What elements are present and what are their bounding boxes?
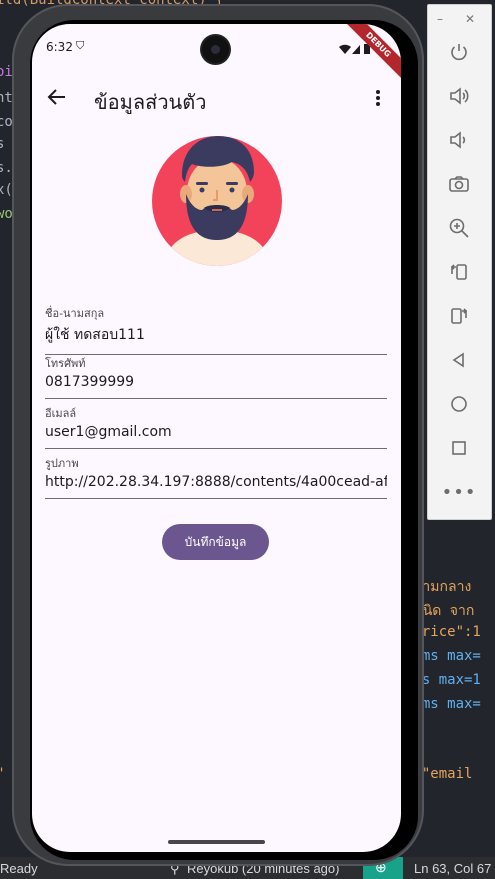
minimize-icon[interactable]: –	[431, 10, 449, 28]
code-line-fragment: "	[0, 766, 4, 782]
emulator-control-panel: – ✕ •••	[427, 4, 492, 520]
back-icon[interactable]	[444, 345, 474, 375]
zoom-in-icon[interactable]	[444, 213, 474, 243]
email-field[interactable]: อีเมลล์ user1@gmail.com	[45, 404, 387, 449]
rotate-right-icon[interactable]	[444, 301, 474, 331]
arrow-left-icon	[47, 89, 65, 105]
shield-icon: ⛉	[76, 39, 85, 52]
code-line-fragment: s	[0, 136, 5, 152]
image-url-value[interactable]: http://202.28.34.197:8888/contents/4a00c…	[45, 474, 387, 498]
more-icon[interactable]: •••	[442, 477, 476, 507]
code-line-fragment: nt	[0, 90, 13, 106]
volume-up-icon[interactable]	[444, 81, 474, 111]
overflow-menu-button[interactable]	[368, 86, 388, 110]
volume-down-icon[interactable]	[444, 125, 474, 155]
close-icon[interactable]: ✕	[461, 10, 479, 28]
name-label: ชื่อ-นามสกุล	[45, 307, 105, 320]
code-line-fragment: x(	[0, 182, 13, 198]
image-url-field[interactable]: รูปภาพ http://202.28.34.197:8888/content…	[45, 454, 387, 499]
code-line-fragment: co	[0, 114, 13, 130]
phone-label: โทรศัพท์	[45, 357, 86, 370]
code-line-fragment: wo	[0, 206, 13, 222]
phone-field[interactable]: โทรศัพท์ 0817399999	[45, 354, 387, 399]
save-button[interactable]: บันทึกข้อมูล	[162, 524, 269, 560]
back-arrow-button[interactable]	[46, 86, 70, 110]
status-ready: Ready	[0, 861, 38, 876]
front-camera	[202, 36, 229, 63]
phone-screen: 6:32 ⛉ DEBUG ข้อมูลส่วนตัว ชื่อ-นามสกุล …	[32, 24, 401, 852]
status-time: 6:32	[46, 40, 73, 54]
image-url-label: รูปภาพ	[45, 457, 79, 470]
email-label: อีเมลล์	[45, 407, 77, 420]
signal-wifi-icon	[339, 44, 370, 54]
code-line-fragment: s.	[0, 160, 13, 176]
gesture-home-bar[interactable]	[168, 840, 265, 844]
page-title: ข้อมูลส่วนตัว	[94, 90, 207, 114]
more-vert-icon	[376, 90, 380, 106]
code-line-fragment: oi	[0, 64, 13, 80]
power-icon[interactable]	[444, 37, 474, 67]
name-value[interactable]: ผู้ใช้ ทดสอบ111	[45, 324, 387, 354]
status-position[interactable]: Ln 63, Col 67	[414, 861, 491, 876]
name-field[interactable]: ชื่อ-นามสกุล ผู้ใช้ ทดสอบ111	[45, 304, 387, 355]
camera-icon[interactable]	[444, 169, 474, 199]
overview-icon[interactable]	[444, 433, 474, 463]
email-value[interactable]: user1@gmail.com	[45, 424, 387, 448]
phone-value[interactable]: 0817399999	[45, 374, 387, 398]
rotate-left-icon[interactable]	[444, 257, 474, 287]
profile-avatar[interactable]	[152, 136, 282, 266]
home-icon[interactable]	[444, 389, 474, 419]
